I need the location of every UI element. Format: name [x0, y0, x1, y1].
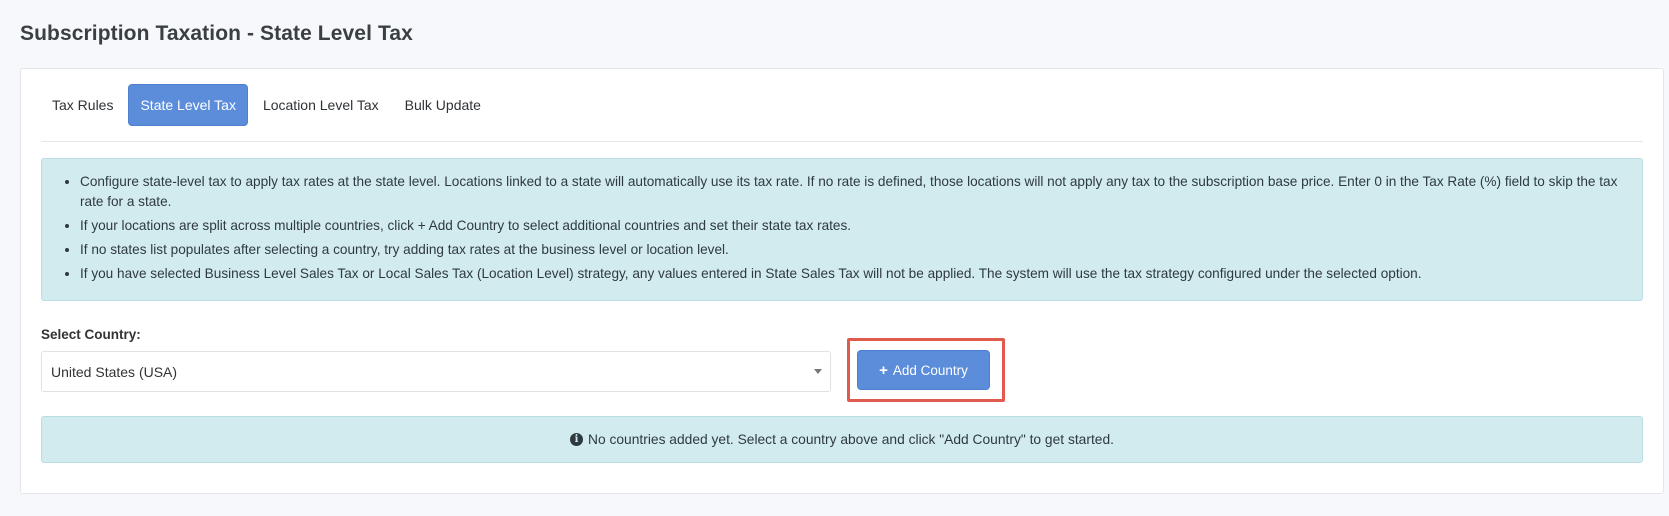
add-country-label: Add Country	[892, 362, 968, 378]
page-title: Subscription Taxation - State Level Tax	[20, 22, 413, 45]
tab-location-level-tax[interactable]: Location Level Tax	[252, 84, 390, 126]
info-item: If your locations are split across multi…	[80, 216, 1622, 236]
tab-bar: Tax Rules State Level Tax Location Level…	[41, 84, 496, 126]
tab-tax-rules[interactable]: Tax Rules	[41, 84, 124, 126]
info-list: Configure state-level tax to apply tax r…	[80, 172, 1622, 284]
tax-card: Tax Rules State Level Tax Location Level…	[20, 68, 1664, 494]
select-country-label: Select Country:	[41, 327, 141, 342]
info-item: Configure state-level tax to apply tax r…	[80, 172, 1622, 212]
empty-state-alert: i No countries added yet. Select a count…	[41, 416, 1643, 463]
tab-divider	[41, 141, 1643, 142]
add-country-button[interactable]: + Add Country	[857, 350, 990, 390]
tab-state-level-tax[interactable]: State Level Tax	[128, 84, 248, 126]
info-item: If no states list populates after select…	[80, 240, 1622, 260]
info-alert: Configure state-level tax to apply tax r…	[41, 158, 1643, 301]
info-item: If you have selected Business Level Sale…	[80, 264, 1622, 284]
country-select[interactable]: United States (USA)	[41, 351, 831, 392]
empty-state-message: No countries added yet. Select a country…	[588, 432, 1114, 447]
caret-down-icon	[814, 369, 822, 374]
info-circle-icon: i	[570, 433, 584, 446]
country-select-value: United States (USA)	[51, 363, 178, 380]
tab-bulk-update[interactable]: Bulk Update	[394, 84, 492, 126]
plus-icon: +	[879, 361, 888, 379]
